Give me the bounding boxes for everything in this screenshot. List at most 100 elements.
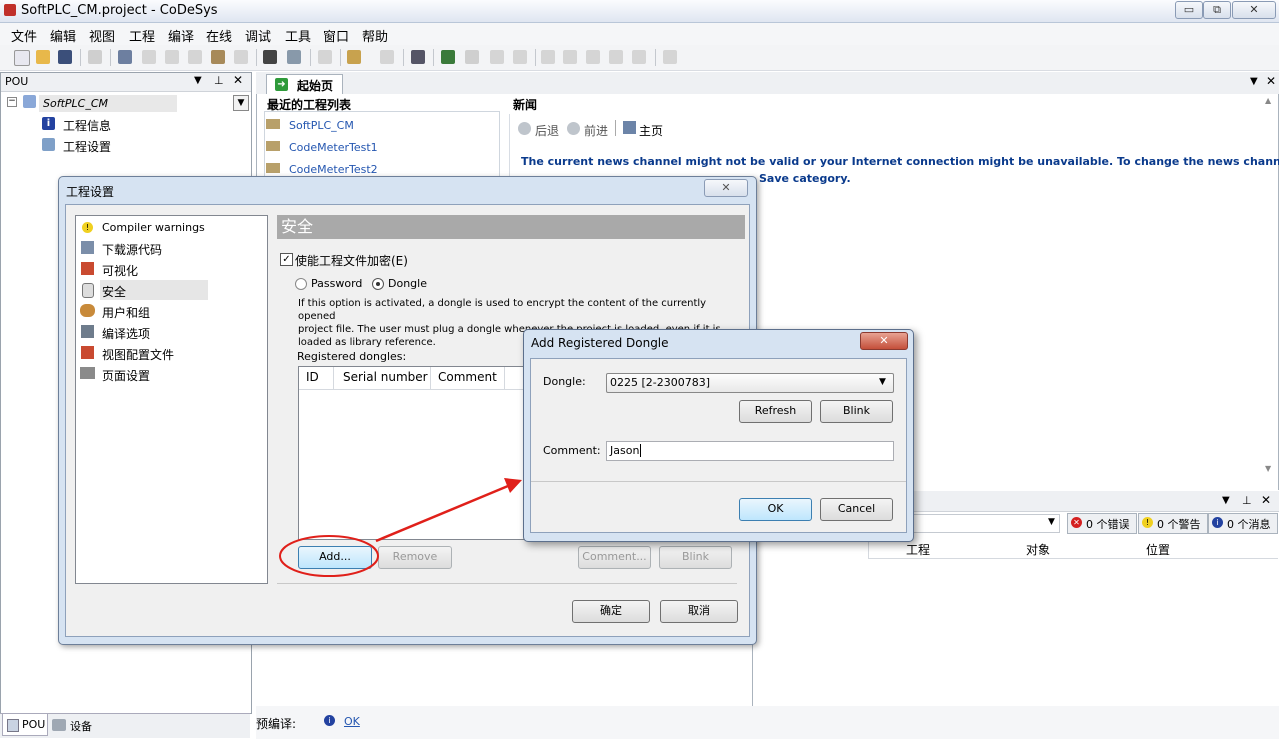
run-to-cursor-icon[interactable] [609,50,623,64]
add-dongle-close-button[interactable]: ✕ [860,332,908,350]
back-button[interactable]: 后退 [535,122,559,139]
dongle-blink-button[interactable]: Blink [820,400,893,423]
panel-menu-icon[interactable]: ▼ [1222,495,1230,506]
category-security[interactable]: 安全 [102,283,126,300]
column-header[interactable]: 工程 [906,541,930,558]
menu-edit[interactable]: 编辑 [50,26,76,45]
column-header[interactable]: Serial number [343,370,428,384]
window-icon[interactable] [318,50,332,64]
copy-icon[interactable] [188,50,202,64]
remove-dongle-button[interactable]: Remove [378,546,452,569]
menu-help[interactable]: 帮助 [362,26,388,45]
warnings-filter-button[interactable]: ! 0 个警告 [1138,513,1208,534]
stop-icon[interactable] [513,50,527,64]
password-radio[interactable] [295,278,307,290]
save-icon[interactable] [58,50,72,64]
encryption-checkbox[interactable]: ✓ [280,253,293,266]
collapse-icon[interactable]: − [7,97,17,107]
login-icon[interactable] [441,50,455,64]
message-source-select[interactable]: ▼ [912,514,1060,533]
category-view-profiles[interactable]: 视图配置文件 [102,346,174,363]
dongle-radio[interactable] [372,278,384,290]
tree-item-project[interactable]: SoftPLC_CM [39,95,177,112]
add-dongle-button[interactable]: Add... [298,546,372,569]
category-compiler-warnings[interactable]: Compiler warnings [102,221,205,234]
column-header[interactable]: 位置 [1146,541,1170,558]
column-header[interactable]: Comment [438,370,497,384]
menu-tools[interactable]: 工具 [285,26,311,45]
cancel-button[interactable]: 取消 [660,600,738,623]
logout-icon[interactable] [465,50,479,64]
menu-window[interactable]: 窗口 [323,26,349,45]
blink-button[interactable]: Blink [659,546,732,569]
print-icon[interactable] [88,50,102,64]
pin-icon[interactable]: ⊥ [1242,494,1252,507]
restore-button[interactable]: ⧉ [1203,1,1231,19]
close-window-button[interactable]: ✕ [1232,1,1276,19]
menu-view[interactable]: 视图 [89,26,115,45]
comment-input[interactable]: Jason [606,441,894,461]
errors-filter-button[interactable]: ✕ 0 个错误 [1067,513,1137,534]
close-panel-icon[interactable]: ✕ [1261,493,1271,507]
menu-online[interactable]: 在线 [206,26,232,45]
recent-project-link[interactable]: CodeMeterTest1 [289,141,378,154]
close-tab-icon[interactable]: ✕ [1266,74,1276,88]
category-compile-options[interactable]: 编译选项 [102,325,150,342]
start-icon[interactable] [490,50,504,64]
forward-button[interactable]: 前进 [584,122,608,139]
minimize-button[interactable]: ▭ [1175,1,1203,19]
add-object-icon[interactable] [347,50,361,64]
tab-devices[interactable]: 设备 [70,718,92,734]
ok-button[interactable]: 确定 [572,600,650,623]
precompile-status-link[interactable]: OK [344,715,360,728]
comment-button[interactable]: Comment... [578,546,651,569]
tab-pou[interactable]: POU [2,714,48,736]
dongle-cancel-button[interactable]: Cancel [820,498,893,521]
cut-icon[interactable] [165,50,179,64]
replace-icon[interactable] [287,50,301,64]
show-next-icon[interactable] [663,50,677,64]
menu-build[interactable]: 编译 [168,26,194,45]
tree-item-project-settings[interactable]: 工程设置 [63,138,111,155]
paste-icon[interactable] [211,50,225,64]
build-icon[interactable] [411,50,425,64]
refresh-button[interactable]: Refresh [739,400,812,423]
category-users-groups[interactable]: 用户和组 [102,304,150,321]
recent-project-link[interactable]: SoftPLC_CM [289,119,354,132]
dongle-ok-button[interactable]: OK [739,498,812,521]
menu-file[interactable]: 文件 [11,26,37,45]
find-icon[interactable] [263,50,277,64]
dongle-select[interactable]: 0225 [2-2300783] ▼ [606,373,894,393]
tree-item-project-info[interactable]: 工程信息 [63,117,111,134]
tab-list-icon[interactable]: ▼ [1250,76,1258,87]
menu-debug[interactable]: 调试 [245,26,271,45]
start-page-icon: ➜ [275,78,288,91]
recent-project-link[interactable]: CodeMeterTest2 [289,163,378,176]
error-icon: ✕ [1071,517,1082,528]
category-visualization[interactable]: 可视化 [102,262,138,279]
undo-icon[interactable] [118,50,132,64]
category-page-setup[interactable]: 页面设置 [102,367,150,384]
category-download-source[interactable]: 下载源代码 [102,241,162,258]
redo-icon[interactable] [142,50,156,64]
news-scrollbar[interactable]: ▲ ▼ [1263,96,1275,476]
home-button[interactable]: 主页 [639,122,663,139]
step-over-icon[interactable] [541,50,555,64]
menu-project[interactable]: 工程 [129,26,155,45]
pin-icon[interactable]: ⊥ [214,74,224,87]
column-header[interactable]: ID [306,370,319,384]
step-out-icon[interactable] [586,50,600,64]
set-next-icon[interactable] [632,50,646,64]
column-header[interactable]: 对象 [1026,541,1050,558]
properties-icon[interactable] [380,50,394,64]
open-folder-icon[interactable] [36,50,50,64]
tab-start-page[interactable]: ➜ 起始页 [266,74,343,96]
close-panel-icon[interactable]: ✕ [233,73,243,87]
new-file-icon[interactable] [14,50,30,66]
tree-dropdown-icon[interactable]: ▼ [233,95,249,111]
messages-filter-button[interactable]: i 0 个消息 [1208,513,1278,534]
step-into-icon[interactable] [563,50,577,64]
delete-icon[interactable] [234,50,248,64]
panel-menu-icon[interactable]: ▼ [194,75,202,86]
dialog-close-button[interactable]: ✕ [704,179,748,197]
